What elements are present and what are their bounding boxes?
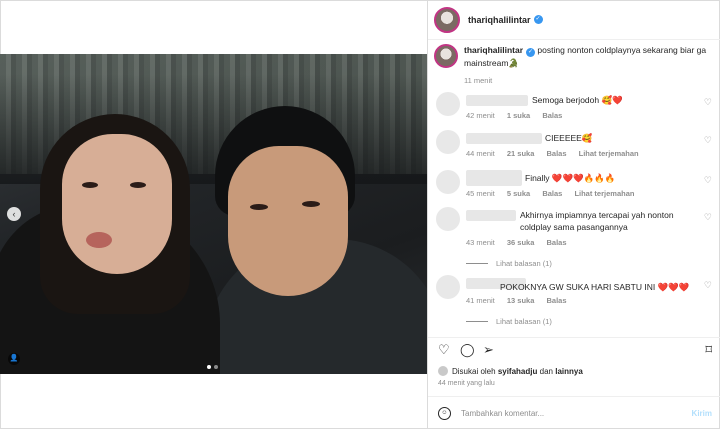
carousel-dot bbox=[207, 365, 211, 369]
post-actions: ♡ ◯ ➢ ⌑ bbox=[428, 337, 720, 361]
username[interactable]: thariqhalilintar bbox=[468, 15, 531, 25]
view-replies-button[interactable]: Lihat balasan (1) bbox=[466, 317, 552, 326]
comment-meta: 41 menit 13 suka Balas bbox=[466, 296, 577, 305]
add-comment-bar: ☺ Kirim bbox=[428, 396, 720, 429]
heart-icon[interactable]: ♡ bbox=[704, 135, 712, 146]
comment-reply-button[interactable]: Balas bbox=[547, 296, 567, 305]
heart-icon[interactable]: ♡ bbox=[704, 97, 712, 108]
panel-divider bbox=[427, 0, 428, 429]
replies-line bbox=[466, 263, 488, 264]
man-eye-right bbox=[302, 201, 320, 207]
comment-username-blurred[interactable] bbox=[466, 210, 516, 221]
post-header: thariqhalilintar ✓ bbox=[428, 0, 720, 40]
heart-icon[interactable]: ♡ bbox=[704, 280, 712, 291]
likes-summary: Disukai oleh syifahadju dan lainnya bbox=[438, 366, 583, 376]
likes-connector: dan bbox=[539, 366, 553, 376]
user-tag-icon[interactable]: 👤 bbox=[8, 353, 20, 365]
comment-reply-button[interactable]: Balas bbox=[547, 238, 567, 247]
man-eye-left bbox=[250, 204, 268, 210]
comment-avatar[interactable] bbox=[436, 130, 460, 154]
comment-likes[interactable]: 1 suka bbox=[507, 111, 530, 120]
comment-meta: 45 menit 5 suka Balas Lihat terjemahan bbox=[466, 189, 644, 198]
woman-lips bbox=[86, 232, 112, 248]
comment-avatar[interactable] bbox=[436, 170, 460, 194]
view-replies-button[interactable]: Lihat balasan (1) bbox=[466, 259, 552, 268]
likes-avatar[interactable] bbox=[438, 366, 448, 376]
comment-avatar[interactable] bbox=[436, 207, 460, 231]
post-caption: thariqhalilintar ✓ posting nonton coldpla… bbox=[434, 44, 714, 87]
verified-badge-icon: ✓ bbox=[533, 15, 543, 24]
caption-time: 11 menit bbox=[464, 76, 493, 85]
replies-line bbox=[466, 321, 488, 322]
chevron-left-icon[interactable]: ‹ bbox=[7, 207, 21, 221]
comment-meta: 44 menit 21 suka Balas Lihat terjemahan bbox=[466, 149, 649, 158]
heart-icon[interactable]: ♡ bbox=[704, 212, 712, 223]
comment-username-blurred[interactable] bbox=[466, 95, 528, 106]
comment-username-blurred[interactable] bbox=[466, 170, 522, 186]
comment-text: POKOKNYA GW SUKA HARI SABTU INI ❤️❤️❤️ bbox=[500, 282, 690, 292]
send-icon[interactable]: ➢ bbox=[483, 343, 494, 357]
comment-input[interactable] bbox=[461, 408, 681, 418]
caption-avatar[interactable] bbox=[434, 44, 458, 68]
comment-reply-button[interactable]: Balas bbox=[542, 189, 562, 198]
comment-likes[interactable]: 5 suka bbox=[507, 189, 530, 198]
woman-face bbox=[62, 134, 172, 274]
comment-avatar[interactable] bbox=[436, 275, 460, 299]
post-time: 44 menit yang lalu bbox=[438, 380, 495, 387]
likes-prefix: Disukai oleh bbox=[452, 366, 496, 376]
comment-text: Semoga berjodoh 🥰❤️ bbox=[532, 95, 623, 105]
post-photo[interactable] bbox=[0, 54, 427, 374]
comment-translate-button[interactable]: Lihat terjemahan bbox=[574, 189, 634, 198]
comment-translate-button[interactable]: Lihat terjemahan bbox=[579, 149, 639, 158]
comment-text: Akhirnya impiamnya tercapai yah nonton c… bbox=[520, 210, 674, 232]
carousel-dot bbox=[214, 365, 218, 369]
comment-reply-button[interactable]: Balas bbox=[547, 149, 567, 158]
comment-username-blurred[interactable] bbox=[466, 133, 542, 144]
comment-likes[interactable]: 21 suka bbox=[507, 149, 535, 158]
verified-badge-icon: ✓ bbox=[526, 48, 536, 57]
comment-time: 41 menit bbox=[466, 296, 495, 305]
view-replies-label: Lihat balasan (1) bbox=[496, 317, 552, 326]
comment-meta: 42 menit 1 suka Balas bbox=[466, 111, 572, 120]
view-replies-label: Lihat balasan (1) bbox=[496, 259, 552, 268]
comment-meta: 43 menit 36 suka Balas bbox=[466, 238, 577, 247]
woman-eye-left bbox=[82, 182, 98, 188]
comment-time: 44 menit bbox=[466, 149, 495, 158]
comment-time: 43 menit bbox=[466, 238, 495, 247]
comment-likes[interactable]: 36 suka bbox=[507, 238, 535, 247]
comment-icon[interactable]: ◯ bbox=[460, 343, 475, 357]
carousel-dots bbox=[207, 365, 218, 369]
heart-icon[interactable]: ♡ bbox=[704, 175, 712, 186]
comment-time: 42 menit bbox=[466, 111, 495, 120]
comment-likes[interactable]: 13 suka bbox=[507, 296, 535, 305]
comment-avatar[interactable] bbox=[436, 92, 460, 116]
emoji-icon[interactable]: ☺ bbox=[438, 406, 451, 420]
comment-text: CIEEEEE🥰 bbox=[545, 133, 593, 143]
bookmark-icon[interactable]: ⌑ bbox=[705, 343, 712, 357]
man-face bbox=[228, 146, 348, 296]
likes-others[interactable]: lainnya bbox=[555, 367, 583, 376]
caption-username[interactable]: thariqhalilintar bbox=[464, 45, 523, 55]
avatar[interactable] bbox=[434, 6, 460, 33]
woman-eye-right bbox=[130, 182, 146, 188]
likes-user[interactable]: syifahadju bbox=[498, 367, 538, 376]
comment-text: Finally ❤️❤️❤️🔥🔥🔥 bbox=[525, 173, 616, 183]
post-comment-button[interactable]: Kirim bbox=[692, 409, 712, 418]
comment-time: 45 menit bbox=[466, 189, 495, 198]
comment-reply-button[interactable]: Balas bbox=[542, 111, 562, 120]
heart-icon[interactable]: ♡ bbox=[438, 343, 450, 357]
